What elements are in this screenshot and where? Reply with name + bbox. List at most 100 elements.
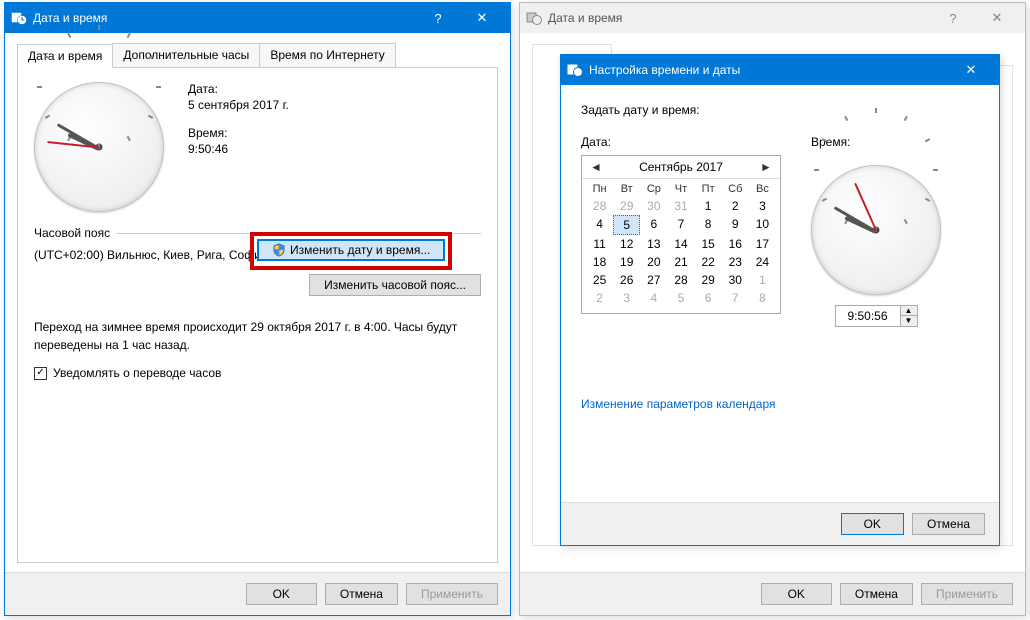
tab-additional-clocks[interactable]: Дополнительные часы <box>112 43 260 67</box>
time-value: 9:50:46 <box>188 142 289 156</box>
dialog-title: Настройка времени и даты <box>589 63 949 77</box>
tab-date-time[interactable]: Дата и время <box>17 44 113 68</box>
calendar-day[interactable]: 7 <box>667 215 694 235</box>
time-col-label: Время: <box>811 135 850 149</box>
calendar-day[interactable]: 16 <box>722 235 749 253</box>
calendar-day[interactable]: 5 <box>613 215 640 235</box>
tab-internet-time[interactable]: Время по Интернету <box>259 43 395 67</box>
change-datetime-button[interactable]: Изменить дату и время... <box>258 240 444 260</box>
time-spinner[interactable]: ▲ ▼ <box>835 305 918 327</box>
calendar-day[interactable]: 23 <box>722 253 749 271</box>
shield-icon <box>272 243 286 257</box>
calendar-day[interactable]: 24 <box>749 253 776 271</box>
bottom-button-bar-2: OK Отмена Применить <box>520 572 1025 615</box>
month-year-label[interactable]: Сентябрь 2017 <box>639 160 723 174</box>
dialog-set-datetime: Настройка времени и даты ✕ Задать дату и… <box>560 54 1000 546</box>
prev-month-button[interactable]: ◄ <box>588 160 604 174</box>
dialog-content: Задать дату и время: Дата: ◄ Сентябрь 20… <box>561 85 999 502</box>
calendar-day[interactable]: 19 <box>613 253 640 271</box>
dialog-analog-clock <box>811 165 941 295</box>
calendar-day[interactable]: 10 <box>749 215 776 235</box>
calendar: ◄ Сентябрь 2017 ► ПнВтСрЧтПтСбВс28293031… <box>581 155 781 314</box>
calendar-day[interactable]: 2 <box>722 197 749 215</box>
cancel-button-1[interactable]: Отмена <box>325 583 398 605</box>
title-text-2: Дата и время <box>548 11 931 25</box>
calendar-day[interactable]: 31 <box>667 197 694 215</box>
day-header: Чт <box>667 181 694 197</box>
dialog-cancel-button[interactable]: Отмена <box>912 513 985 535</box>
calendar-day[interactable]: 25 <box>586 271 613 289</box>
date-label: Дата: <box>188 82 289 96</box>
tab-strip: Дата и время Дополнительные часы Время п… <box>17 43 498 68</box>
window-date-time-1: Дата и время ? ✕ Дата и время Дополнител… <box>4 2 511 616</box>
spin-down-button[interactable]: ▼ <box>901 316 917 326</box>
tab-panel: Дата: 5 сентября 2017 г. Время: 9:50:46 … <box>17 68 498 563</box>
clock-calendar-icon <box>11 10 27 26</box>
calendar-day[interactable]: 11 <box>586 235 613 253</box>
calendar-day[interactable]: 4 <box>640 289 667 307</box>
calendar-day[interactable]: 26 <box>613 271 640 289</box>
apply-button-1[interactable]: Применить <box>406 583 498 605</box>
calendar-day[interactable]: 30 <box>640 197 667 215</box>
calendar-day[interactable]: 29 <box>613 197 640 215</box>
dst-text: Переход на зимнее время происходит 29 ок… <box>34 318 481 354</box>
apply-button-2[interactable]: Применить <box>921 583 1013 605</box>
calendar-day[interactable]: 30 <box>722 271 749 289</box>
next-month-button[interactable]: ► <box>758 160 774 174</box>
day-header: Пн <box>586 181 613 197</box>
calendar-day[interactable]: 1 <box>749 271 776 289</box>
calendar-day[interactable]: 6 <box>695 289 722 307</box>
calendar-day[interactable]: 21 <box>667 253 694 271</box>
dialog-ok-button[interactable]: OK <box>841 513 904 535</box>
calendar-day[interactable]: 27 <box>640 271 667 289</box>
calendar-settings-link[interactable]: Изменение параметров календаря <box>581 397 776 411</box>
close-button[interactable]: ✕ <box>460 3 504 33</box>
ok-button-1[interactable]: OK <box>246 583 317 605</box>
close-button-2[interactable]: ✕ <box>975 3 1019 33</box>
calendar-day[interactable]: 5 <box>667 289 694 307</box>
spin-up-button[interactable]: ▲ <box>901 306 917 316</box>
calendar-day[interactable]: 18 <box>586 253 613 271</box>
calendar-day[interactable]: 2 <box>586 289 613 307</box>
calendar-day[interactable]: 12 <box>613 235 640 253</box>
date-col-label: Дата: <box>581 135 781 149</box>
change-timezone-button[interactable]: Изменить часовой пояс... <box>309 274 481 296</box>
calendar-day[interactable]: 1 <box>695 197 722 215</box>
dialog-button-bar: OK Отмена <box>561 502 999 545</box>
change-datetime-label: Изменить дату и время... <box>290 243 430 257</box>
calendar-day[interactable]: 14 <box>667 235 694 253</box>
titlebar-1: Дата и время ? ✕ <box>5 3 510 33</box>
calendar-day[interactable]: 8 <box>695 215 722 235</box>
date-value: 5 сентября 2017 г. <box>188 98 289 112</box>
clock-calendar-icon <box>567 62 583 78</box>
day-header: Вс <box>749 181 776 197</box>
calendar-day[interactable]: 28 <box>667 271 694 289</box>
calendar-day[interactable]: 8 <box>749 289 776 307</box>
analog-clock <box>34 82 164 212</box>
bottom-button-bar-1: OK Отмена Применить <box>5 572 510 615</box>
time-input-field[interactable] <box>836 306 900 326</box>
day-header: Ср <box>640 181 667 197</box>
day-header: Вт <box>613 181 640 197</box>
ok-button-2[interactable]: OK <box>761 583 832 605</box>
dialog-close-button[interactable]: ✕ <box>949 55 993 85</box>
help-button[interactable]: ? <box>416 3 460 33</box>
help-button-2[interactable]: ? <box>931 3 975 33</box>
cancel-button-2[interactable]: Отмена <box>840 583 913 605</box>
calendar-day[interactable]: 13 <box>640 235 667 253</box>
calendar-day[interactable]: 6 <box>640 215 667 235</box>
calendar-day[interactable]: 22 <box>695 253 722 271</box>
calendar-day[interactable]: 3 <box>613 289 640 307</box>
day-header: Пт <box>695 181 722 197</box>
calendar-day[interactable]: 7 <box>722 289 749 307</box>
calendar-day[interactable]: 28 <box>586 197 613 215</box>
calendar-day[interactable]: 29 <box>695 271 722 289</box>
notify-checkbox[interactable]: ✓ <box>34 367 47 380</box>
clock-calendar-icon <box>526 10 542 26</box>
calendar-day[interactable]: 4 <box>586 215 613 235</box>
calendar-day[interactable]: 17 <box>749 235 776 253</box>
calendar-day[interactable]: 9 <box>722 215 749 235</box>
calendar-day[interactable]: 20 <box>640 253 667 271</box>
calendar-day[interactable]: 15 <box>695 235 722 253</box>
calendar-day[interactable]: 3 <box>749 197 776 215</box>
